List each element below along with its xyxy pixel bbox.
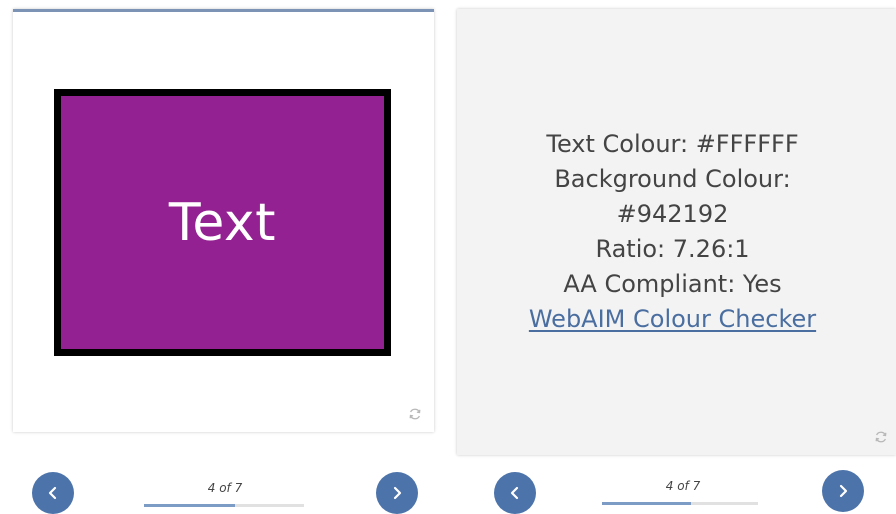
chevron-left-icon (510, 486, 519, 500)
progress-fill (144, 504, 236, 507)
aa-compliant-line: AA Compliant: Yes (563, 270, 782, 298)
ratio-line: Ratio: 7.26:1 (595, 235, 750, 263)
colour-swatch: Text (54, 89, 391, 356)
chevron-right-icon (839, 484, 848, 498)
progress-bar (602, 502, 758, 505)
next-button[interactable] (822, 470, 864, 512)
chevron-right-icon (393, 486, 402, 500)
contrast-info: Text Colour: #FFFFFF Background Colour: … (457, 127, 888, 337)
flashcard-back[interactable]: Text Colour: #FFFFFF Background Colour: … (457, 9, 896, 455)
card-counter: 4 of 7 (665, 479, 701, 493)
flip-icon[interactable] (408, 406, 422, 420)
flashcard-front[interactable]: Text (13, 9, 434, 432)
swatch-sample-text: Text (168, 192, 277, 253)
previous-button[interactable] (494, 472, 536, 514)
progress-fill (602, 502, 691, 505)
card-counter: 4 of 7 (207, 481, 243, 495)
previous-button[interactable] (32, 472, 74, 514)
background-colour-label: Background Colour: (554, 165, 791, 193)
progress-bar (144, 504, 304, 507)
flip-icon[interactable] (874, 429, 888, 443)
webaim-colour-checker-link[interactable]: WebAIM Colour Checker (529, 305, 816, 333)
background-colour-value: #942192 (616, 200, 729, 228)
text-colour-line: Text Colour: #FFFFFF (546, 130, 799, 158)
next-button[interactable] (376, 472, 418, 514)
chevron-left-icon (48, 486, 57, 500)
flashcards-page: Text Text Colour: #FFFFFF Background Col… (0, 0, 896, 514)
